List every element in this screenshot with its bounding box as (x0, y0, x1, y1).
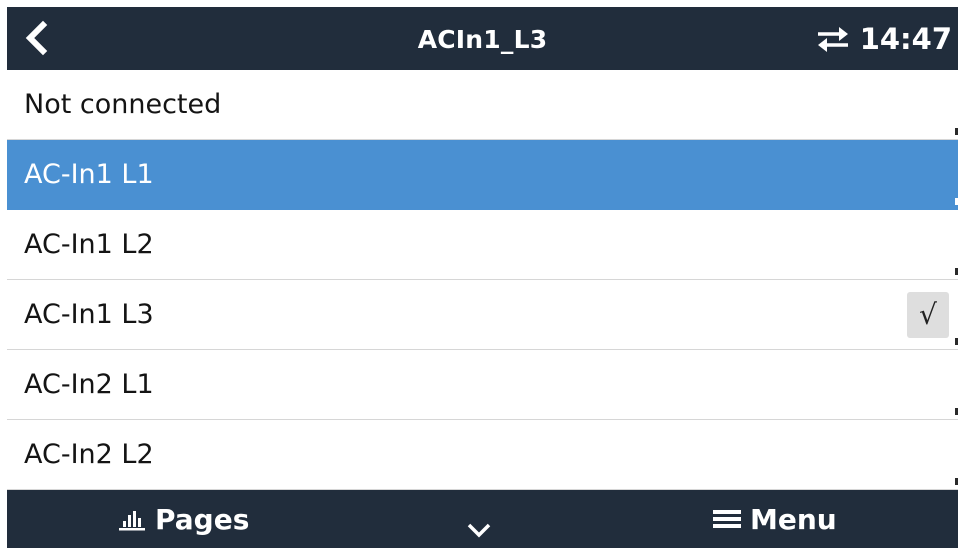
status-area: 14:47 (816, 7, 952, 70)
option-label: AC-In1 L2 (24, 229, 154, 260)
footer-bar: Pages Menu (7, 490, 958, 548)
option-label: AC-In2 L1 (24, 369, 154, 400)
checkmark-icon: √ (907, 292, 949, 338)
swap-arrows-icon (817, 26, 848, 52)
option-ac-in2-l1[interactable]: AC-In2 L1 (7, 350, 958, 420)
header-bar: ACIn1_L3 14:47 (7, 7, 958, 70)
option-ac-in2-l2[interactable]: AC-In2 L2 (7, 420, 958, 490)
bar-chart-icon (119, 511, 145, 531)
option-label: Not connected (24, 89, 222, 120)
option-ac-in1-l1[interactable]: AC-In1 L1 (7, 140, 958, 210)
chevron-down-icon (467, 523, 491, 538)
option-list: Not connected AC-In1 L1 AC-In1 L2 AC-In1… (7, 70, 958, 490)
menu-label: Menu (750, 502, 837, 536)
pages-label: Pages (155, 502, 250, 536)
scroll-down-button[interactable] (465, 520, 493, 540)
hamburger-icon (713, 510, 741, 528)
settings-window: ACIn1_L3 14:47 Not connected AC-In1 L1 A… (7, 7, 958, 548)
option-not-connected[interactable]: Not connected (7, 70, 958, 140)
menu-button[interactable]: Menu (712, 490, 837, 548)
pages-button[interactable]: Pages (117, 490, 249, 548)
option-label: AC-In1 L3 (24, 299, 154, 330)
clock: 14:47 (859, 21, 952, 56)
option-label: AC-In2 L2 (24, 439, 154, 470)
option-ac-in1-l2[interactable]: AC-In1 L2 (7, 210, 958, 280)
option-ac-in1-l3[interactable]: AC-In1 L3 √ (7, 280, 958, 350)
option-label: AC-In1 L1 (24, 159, 154, 190)
